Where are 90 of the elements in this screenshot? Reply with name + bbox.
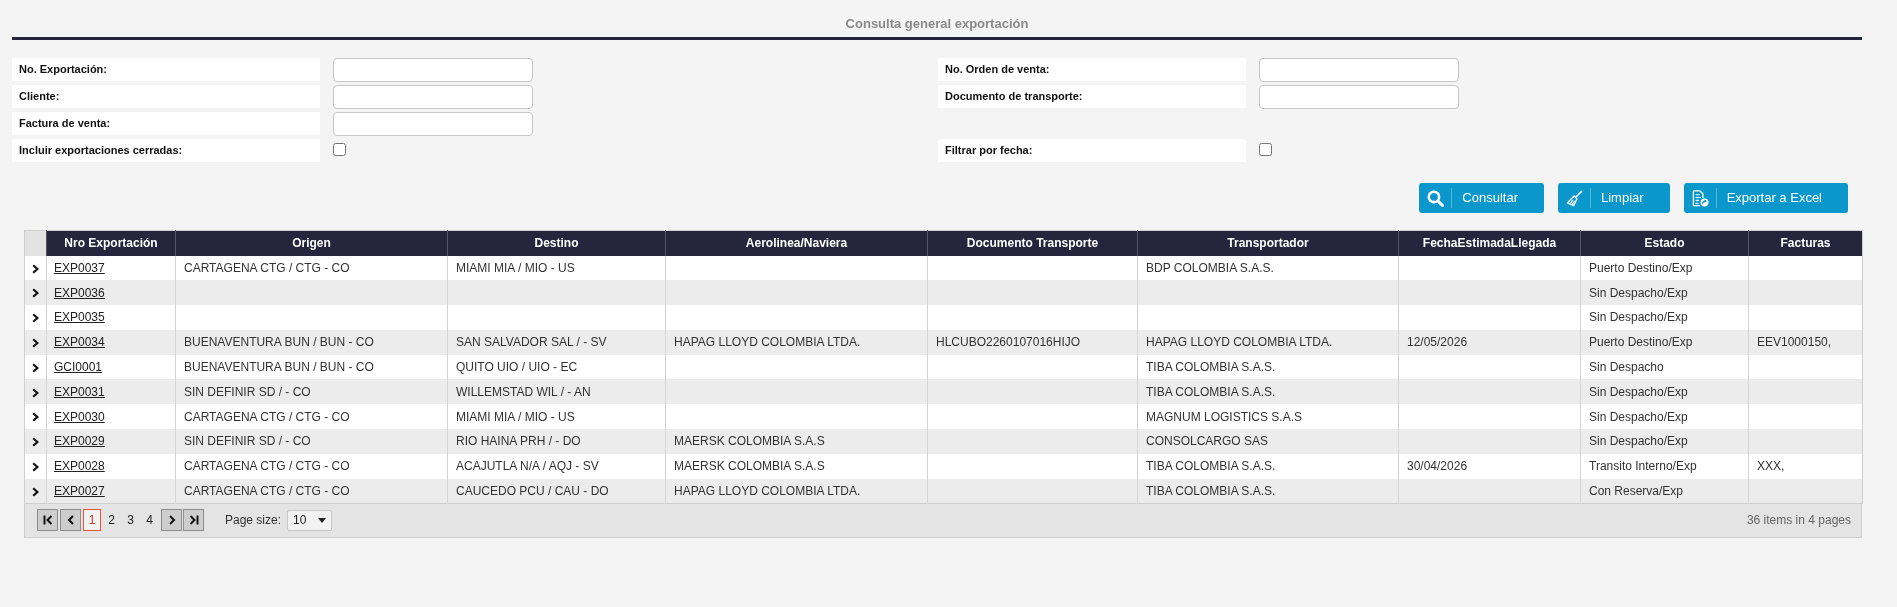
field-label: Factura de venta:	[12, 112, 320, 135]
header-corner	[24, 230, 47, 256]
page-link[interactable]: 4	[140, 509, 159, 532]
column-header: FechaEstimadaLlegada	[1398, 230, 1581, 256]
last-page-icon	[188, 515, 199, 526]
table-cell: HAPAG LLOYD COLOMBIA LTDA.	[1137, 329, 1399, 355]
chevron-right-icon[interactable]	[32, 313, 39, 324]
table-cell: CONSOLCARGO SAS	[1137, 429, 1399, 454]
table-cell: TIBA COLOMBIA S.A.S.	[1137, 478, 1399, 504]
input-field[interactable]	[333, 85, 533, 109]
page-link[interactable]: 1	[83, 509, 101, 532]
table-cell: MAERSK COLOMBIA S.A.S	[665, 429, 928, 454]
chevron-right-icon[interactable]	[32, 437, 39, 448]
page-title: Consulta general exportación	[845, 16, 1029, 32]
table-cell: CARTAGENA CTG / CTG - CO	[175, 478, 448, 504]
export-number-link[interactable]: EXP0034	[54, 335, 105, 350]
column-header: Origen	[175, 230, 448, 256]
column-header: Nro Exportación	[46, 230, 176, 256]
export-number-link[interactable]: EXP0035	[54, 310, 105, 325]
column-header: Estado	[1580, 230, 1749, 256]
column-header: Transportador	[1137, 230, 1399, 256]
next-page-button[interactable]	[161, 509, 182, 532]
table-cell: CAUCEDO PCU / CAU - DO	[447, 478, 666, 504]
column-header: Documento Transporte	[927, 230, 1138, 256]
checkbox[interactable]	[1259, 143, 1272, 156]
chevron-right-icon[interactable]	[32, 362, 39, 373]
search-icon	[1427, 189, 1445, 207]
table-cell: Sin Despacho/Exp	[1580, 305, 1749, 330]
field-label: Incluir exportaciones cerradas:	[12, 139, 320, 162]
chevron-right-icon	[166, 515, 177, 526]
table-cell: MAERSK COLOMBIA S.A.S	[665, 453, 928, 479]
field-label: No. Orden de venta:	[938, 58, 1246, 81]
broom-icon	[1566, 189, 1583, 207]
input-field[interactable]	[1259, 58, 1459, 82]
export-number-link[interactable]: EXP0037	[54, 260, 105, 275]
caret-icon	[318, 517, 327, 523]
export-number-link[interactable]: EXP0030	[54, 409, 105, 424]
export-number-link[interactable]: EXP0027	[54, 483, 105, 498]
export-number-link[interactable]: EXP0028	[54, 459, 105, 474]
table-cell: HAPAG LLOYD COLOMBIA LTDA.	[665, 329, 928, 355]
pagination-summary: 36 items in 4 pages	[1746, 512, 1851, 530]
table-cell: EEV1000150,	[1748, 329, 1863, 355]
first-page-icon	[42, 515, 53, 526]
field-label: No. Exportación:	[12, 58, 320, 81]
export-number-link[interactable]: EXP0029	[54, 434, 105, 449]
table-cell: BUENAVENTURA BUN / BUN - CO	[175, 329, 448, 355]
chevron-right-icon[interactable]	[32, 387, 39, 398]
table-cell: HLCUBO2260107016HIJO	[927, 329, 1138, 355]
column-header: Aerolinea/Naviera	[665, 230, 928, 256]
table-cell: RIO HAINA PRH / - DO	[447, 429, 666, 454]
export-number-link[interactable]: EXP0036	[54, 285, 105, 300]
checkbox[interactable]	[333, 143, 346, 156]
table-cell: ACAJUTLA N/A / AQJ - SV	[447, 453, 666, 479]
chevron-right-icon[interactable]	[32, 288, 39, 299]
chevron-left-icon	[65, 515, 76, 526]
chevron-right-icon[interactable]	[32, 412, 39, 423]
table-cell: XXX,	[1748, 453, 1863, 479]
table-cell: Con Reserva/Exp	[1580, 478, 1749, 504]
input-field[interactable]	[333, 112, 533, 136]
table-cell: SAN SALVADOR SAL / - SV	[447, 329, 666, 355]
input-field[interactable]	[333, 58, 533, 82]
chevron-right-icon[interactable]	[32, 462, 39, 473]
first-page-button[interactable]	[37, 509, 58, 532]
table-cell: 12/05/2026	[1398, 329, 1581, 355]
table-cell: TIBA COLOMBIA S.A.S.	[1137, 453, 1399, 479]
table-cell: SIN DEFINIR SD / - CO	[175, 429, 448, 454]
table-cell: CARTAGENA CTG / CTG - CO	[175, 453, 448, 479]
export-number-link[interactable]: EXP0031	[54, 384, 105, 399]
field-label: Filtrar por fecha:	[938, 139, 1246, 162]
column-header: Destino	[447, 230, 666, 256]
export-number-link[interactable]: GCI0001	[54, 360, 103, 375]
page-link[interactable]: 3	[121, 509, 140, 532]
table-cell: Puerto Destino/Exp	[1580, 329, 1749, 355]
table-cell: 30/04/2026	[1398, 453, 1581, 479]
page-size-dropdown[interactable]: 10	[287, 509, 333, 531]
input-field[interactable]	[1259, 85, 1459, 109]
page-size-label: Page size:	[225, 512, 282, 530]
column-header: Facturas	[1748, 230, 1863, 256]
chevron-right-icon[interactable]	[32, 338, 39, 349]
chevron-right-icon[interactable]	[32, 263, 39, 274]
field-label: Documento de transporte:	[938, 85, 1246, 108]
last-page-button[interactable]	[183, 509, 204, 532]
chevron-right-icon[interactable]	[32, 486, 39, 497]
document-export-icon	[1691, 189, 1709, 207]
table-cell: HAPAG LLOYD COLOMBIA LTDA.	[665, 478, 928, 504]
previous-page-button[interactable]	[60, 509, 81, 532]
table-cell: Transito Interno/Exp	[1580, 453, 1749, 479]
table-cell: Sin Despacho/Exp	[1580, 429, 1749, 454]
page-link[interactable]: 2	[102, 509, 121, 532]
field-label: Cliente:	[12, 85, 320, 108]
